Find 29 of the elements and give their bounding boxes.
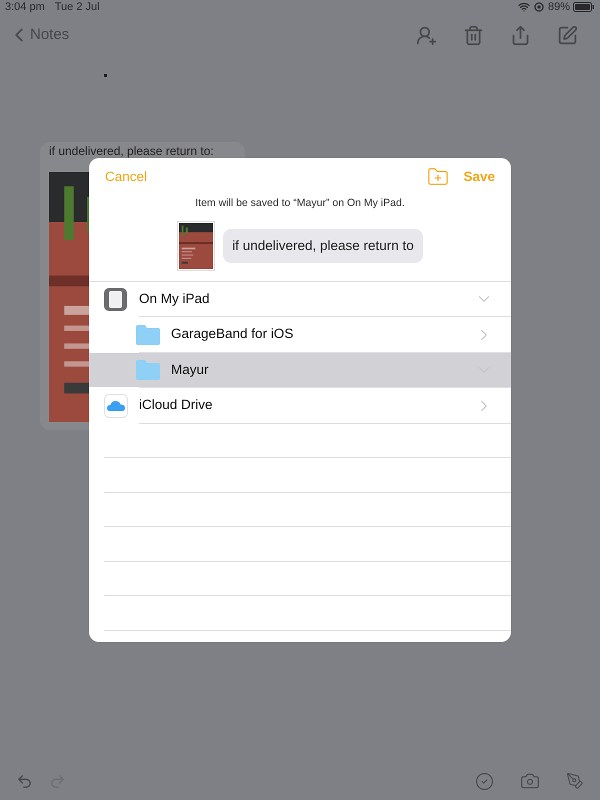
add-person-icon[interactable] (416, 24, 437, 46)
wifi-icon (518, 1, 530, 13)
undo-icon[interactable] (16, 772, 33, 790)
item-name-field[interactable]: if undelivered, please return to (223, 228, 423, 263)
share-icon[interactable] (510, 24, 531, 46)
location-label: GarageBand for iOS (171, 325, 294, 344)
location-row[interactable]: Mayur (89, 352, 511, 388)
camera-icon[interactable] (520, 771, 540, 791)
checklist-icon[interactable] (475, 772, 494, 790)
markup-icon[interactable] (566, 772, 584, 790)
save-message: Item will be saved to “Mayur” on On My iPad. (194, 196, 406, 211)
new-folder-icon[interactable] (427, 166, 450, 188)
folder-icon (136, 324, 160, 344)
folder-icon (136, 360, 160, 380)
cloud-icon (104, 394, 128, 418)
location-label: Mayur (171, 360, 210, 379)
battery-icon (573, 2, 595, 12)
document-thumbnail (177, 220, 216, 271)
text-cursor (104, 74, 107, 77)
compose-icon[interactable] (557, 24, 578, 46)
rotation-lock-icon (534, 2, 544, 12)
note-title: if undelivered, please return to: (49, 145, 215, 157)
status-date: Tue 2 Jul (54, 0, 100, 15)
status-time: 3:04 pm (5, 0, 45, 15)
ipad-icon (104, 288, 127, 310)
trash-icon[interactable] (463, 24, 484, 46)
location-label: iCloud Drive (139, 396, 214, 414)
location-label: On My iPad (139, 290, 211, 308)
battery-percent: 89% (548, 0, 570, 15)
